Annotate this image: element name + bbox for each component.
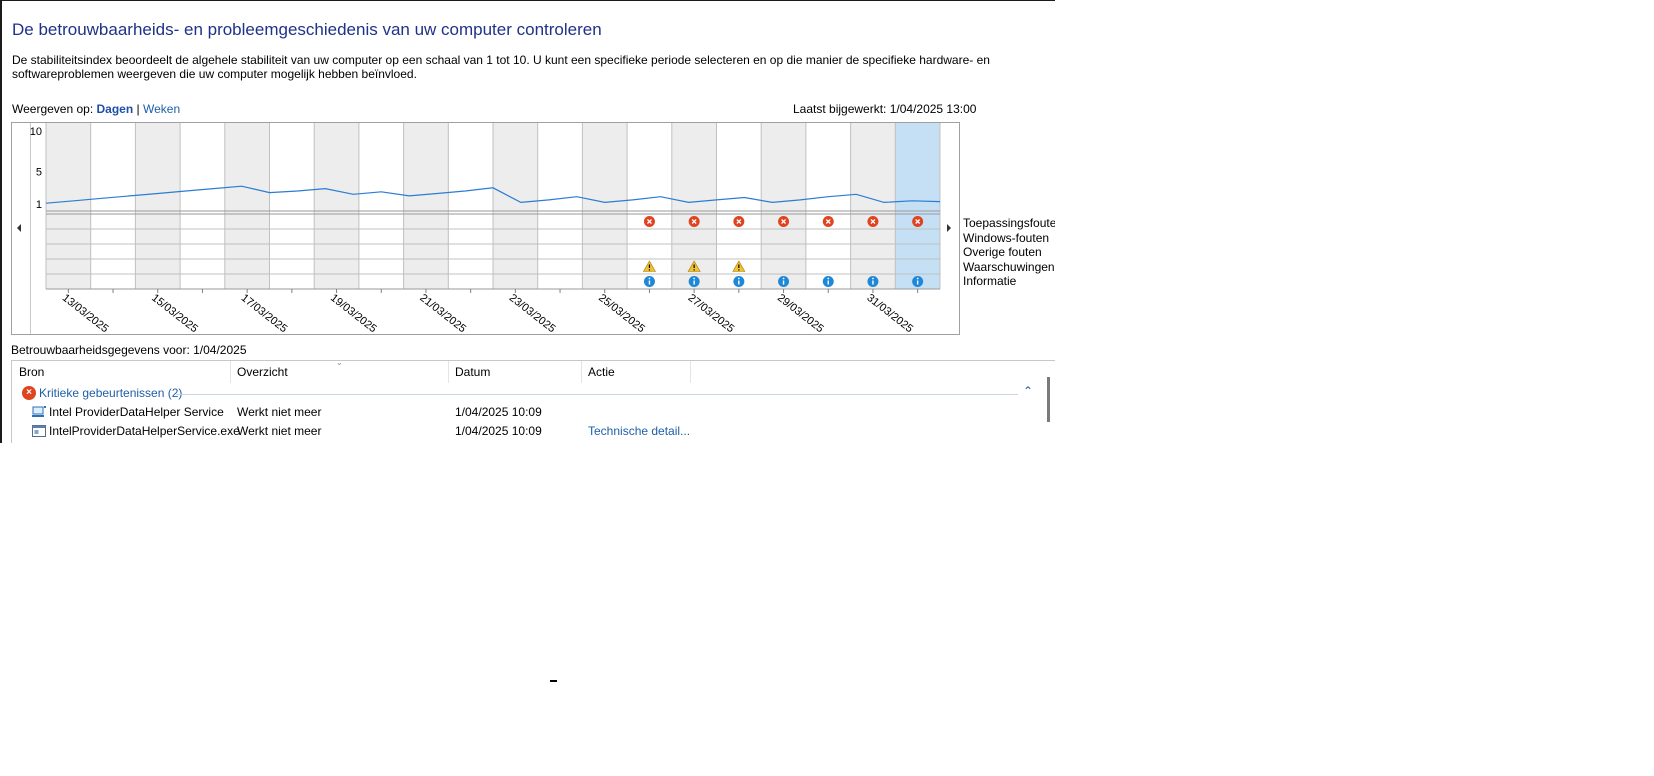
chart-day-column	[850, 123, 896, 289]
x-tick-label: 19/03/2025	[328, 292, 379, 334]
reliability-monitor-window: De betrouwbaarheids- en probleemgeschied…	[0, 0, 1055, 443]
text-cursor-mark	[550, 680, 557, 682]
column-header-source[interactable]: Bron	[19, 365, 44, 379]
x-tick-label: 31/03/2025	[864, 292, 915, 334]
scroll-left-arrow-icon	[17, 224, 21, 232]
row-action-link[interactable]: Technische detail...	[588, 424, 690, 438]
critical-error-icon: ×	[22, 386, 36, 400]
details-list: Bron Overzicht ⌄ Datum Actie × Kritieke …	[11, 360, 1055, 443]
info-icon-dot	[872, 277, 874, 280]
row-label-windows-errors: Windows-fouten	[963, 230, 1050, 245]
x-tick-label: 17/03/2025	[239, 292, 290, 334]
chart-day-column	[493, 123, 538, 289]
x-tick-label: 21/03/2025	[417, 292, 468, 334]
view-weeks-link[interactable]: Weken	[143, 102, 180, 116]
column-separator[interactable]	[448, 361, 449, 383]
info-icon-dot	[693, 277, 696, 280]
row-label-other-errors: Overige fouten	[963, 245, 1042, 259]
table-row[interactable]: Intel ProviderDataHelper Service Werkt n…	[12, 403, 1055, 422]
stability-chart[interactable]: 10 5 1 13/03/2025 15/03/2025 17/03/2025 19/03/…	[11, 122, 960, 335]
window-edge	[0, 0, 2, 443]
x-tick-label: 15/03/2025	[149, 292, 200, 334]
chart-day-column	[314, 123, 359, 289]
details-header: Bron Overzicht ⌄ Datum Actie	[12, 361, 1055, 383]
chart-day-column	[761, 123, 806, 289]
view-days-link[interactable]: Dagen	[97, 102, 134, 116]
row-label-warnings: Waarschuwingen	[963, 259, 1055, 274]
column-header-date[interactable]: Datum	[455, 365, 490, 379]
info-icon-dot	[916, 277, 919, 280]
x-tick-label: 25/03/2025	[596, 292, 647, 334]
column-separator[interactable]	[581, 361, 582, 383]
critical-events-label: Kritieke gebeurtenissen (2)	[39, 386, 183, 400]
group-divider	[176, 394, 1018, 395]
stability-chart-svg: 10 5 1 13/03/2025 15/03/2025 17/03/2025 19/03/…	[17, 123, 951, 334]
chart-day-column	[895, 123, 940, 289]
row-summary: Werkt niet meer	[237, 405, 322, 419]
info-icon-dot	[648, 277, 651, 280]
row-label-information: Informatie	[963, 274, 1017, 288]
x-tick-label: 27/03/2025	[686, 292, 737, 334]
y-tick-label: 1	[36, 199, 42, 211]
chevron-up-icon[interactable]: ⌃	[1023, 384, 1033, 398]
x-tick-label: 13/03/2025	[60, 292, 111, 334]
row-source: IntelProviderDataHelperService.exe	[49, 424, 240, 438]
computer-icon	[32, 406, 46, 417]
application-icon	[32, 425, 46, 437]
view-by-selector: Weergeven op: Dagen | Weken	[12, 102, 180, 116]
chart-day-column	[224, 123, 270, 289]
y-tick-label: 10	[30, 126, 42, 138]
x-tick-label: 23/03/2025	[507, 292, 558, 334]
view-separator: |	[136, 102, 140, 116]
chart-day-column	[403, 123, 449, 289]
table-row[interactable]: IntelProviderDataHelperService.exe Werkt…	[12, 422, 1055, 441]
column-separator[interactable]	[690, 361, 691, 383]
sort-indicator-icon: ⌄	[336, 360, 343, 367]
view-by-label: Weergeven op:	[12, 102, 94, 116]
details-title: Betrouwbaarheidsgegevens voor: 1/04/2025	[11, 343, 247, 357]
row-date: 1/04/2025 10:09	[455, 405, 542, 419]
chart-day-column	[135, 123, 181, 289]
row-summary: Werkt niet meer	[237, 424, 322, 438]
last-updated-text: Laatst bijgewerkt: 1/04/2025 13:00	[793, 102, 977, 116]
row-source: Intel ProviderDataHelper Service	[49, 405, 224, 419]
info-icon-dot	[827, 277, 830, 280]
column-header-summary[interactable]: Overzicht	[237, 365, 288, 379]
vertical-scrollbar-thumb[interactable]	[1047, 377, 1050, 422]
chart-day-column	[582, 123, 628, 289]
scroll-right-arrow-icon	[947, 224, 951, 232]
page-description: De stabiliteitsindex beoordeelt de algeh…	[12, 53, 990, 81]
x-tick-label: 29/03/2025	[775, 292, 826, 334]
row-date: 1/04/2025 10:09	[455, 424, 542, 438]
row-label-app-errors: Toepassingsfouten	[963, 216, 1055, 230]
y-tick-label: 5	[36, 167, 42, 179]
column-header-action[interactable]: Actie	[588, 365, 615, 379]
page-title: De betrouwbaarheids- en probleemgeschied…	[12, 20, 602, 39]
chart-day-column	[46, 123, 91, 289]
info-icon-dot	[737, 277, 740, 280]
column-separator[interactable]	[230, 361, 231, 383]
critical-events-group[interactable]: × Kritieke gebeurtenissen (2) ⌃	[12, 384, 1055, 402]
event-row-labels: Toepassingsfouten Windows-fouten Overige…	[963, 216, 1055, 289]
info-icon-dot	[782, 277, 785, 280]
window-edge-top	[0, 0, 1055, 1]
